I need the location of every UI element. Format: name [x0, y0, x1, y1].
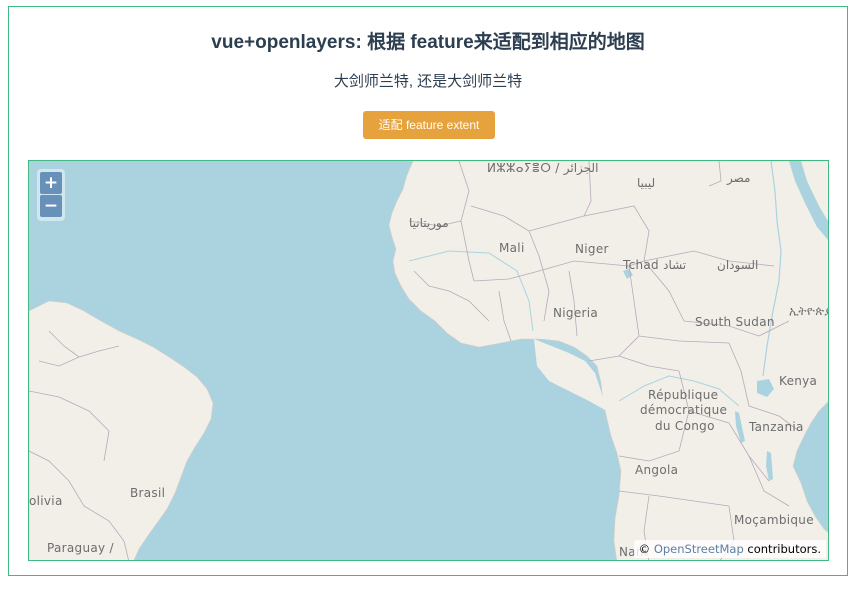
map-label-brasil: Brasil	[130, 486, 166, 500]
attribution-copyright: ©	[638, 542, 651, 556]
page-title: vue+openlayers: 根据 feature来适配到相应的地图	[211, 32, 645, 53]
map-label-tanzania: Tanzania	[749, 420, 804, 434]
map-label-chad: Tchad تشاد	[623, 258, 687, 272]
map-label-mozambique: Moçambique	[734, 513, 814, 527]
map-label-algeria: ⵍⵣⵣⴰⵢⴻⵔ / الجزائر	[487, 161, 599, 175]
map-label-drc-line2: démocratique	[640, 403, 728, 417]
map-label-niger: Niger	[575, 242, 609, 256]
map-label-egypt: مصر	[727, 171, 751, 185]
map-label-sudan: السودان	[717, 258, 759, 272]
map-label-mali: Mali	[499, 241, 525, 255]
zoom-in-button[interactable]: +	[40, 172, 62, 194]
map-label-mauritania: موريتانيا	[409, 216, 449, 230]
page-subtitle: 大剑师兰特, 还是大剑师兰特	[333, 73, 523, 90]
zoom-out-button[interactable]: −	[40, 195, 62, 217]
openstreetmap-link[interactable]: OpenStreetMap	[654, 542, 744, 556]
map-attribution: © OpenStreetMap contributors.	[633, 540, 826, 558]
map-label-drc-line1: République	[648, 388, 719, 402]
zoom-control: + −	[37, 169, 65, 221]
map-label-south-sudan: South Sudan	[695, 315, 775, 329]
map-label-drc-line3: du Congo	[655, 419, 715, 433]
map-label-kenya: Kenya	[779, 374, 818, 388]
map-label-libya: ليبيا	[637, 176, 656, 190]
map-label-ethiopia: ኢትዮጵያ	[789, 304, 829, 318]
map-label-bolivia: olivia	[29, 494, 63, 508]
app-frame: vue+openlayers: 根据 feature来适配到相应的地图 大剑师兰…	[8, 6, 848, 576]
map-label-nigeria: Nigeria	[553, 306, 599, 320]
map-label-paraguay: Paraguay /	[47, 541, 114, 555]
map-viewport[interactable]: ⵍⵣⵣⴰⵢⴻⵔ / الجزائر ليبيا مصر موريتانيا Ma…	[28, 160, 829, 561]
attribution-suffix: contributors.	[747, 542, 821, 556]
fit-feature-extent-button[interactable]: 适配 feature extent	[363, 111, 495, 139]
map-label-angola: Angola	[635, 463, 679, 477]
